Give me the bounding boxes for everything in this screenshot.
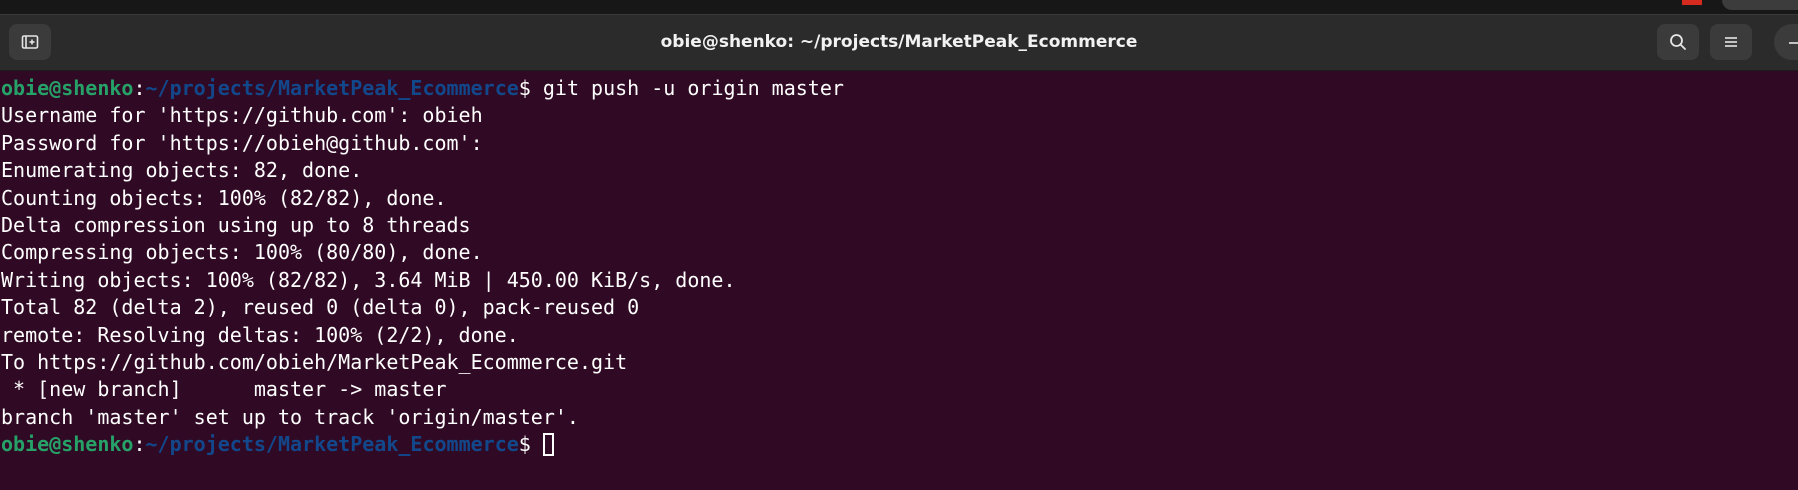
minimize-icon [1787, 35, 1798, 49]
output-line: Writing objects: 100% (82/82), 3.64 MiB … [1, 267, 736, 292]
window-titlebar[interactable]: obie@shenko: ~/projects/MarketPeak_Ecomm… [0, 15, 1798, 71]
new-tab-icon [21, 34, 39, 50]
prompt-path: ~/projects/MarketPeak_Ecommerce [145, 76, 519, 100]
top-bar-indicator [1682, 0, 1702, 5]
output-line: To https://github.com/obieh/MarketPeak_E… [1, 349, 628, 374]
desktop-top-bar [0, 0, 1798, 15]
output-line: remote: Resolving deltas: 100% (2/2), do… [1, 322, 519, 347]
output-line: Total 82 (delta 2), reused 0 (delta 0), … [1, 295, 640, 320]
new-tab-button[interactable] [9, 24, 51, 60]
search-icon [1669, 33, 1687, 51]
prompt-dollar: $ [518, 76, 543, 100]
prompt-path: ~/projects/MarketPeak_Ecommerce [145, 432, 519, 457]
output-line: Counting objects: 100% (82/82), done. [1, 185, 447, 210]
output-line: branch 'master' set up to track 'origin/… [1, 404, 579, 429]
prompt-dollar: $ [518, 432, 543, 457]
terminal-area[interactable]: obie@shenko:~/projects/MarketPeak_Ecomme… [0, 71, 1798, 490]
command-line: obie@shenko:~/projects/MarketPeak_Ecomme… [1, 75, 1798, 102]
search-button[interactable] [1657, 24, 1699, 60]
text-cursor [542, 433, 554, 457]
menu-button[interactable] [1710, 24, 1752, 60]
prompt-colon: : [133, 76, 146, 100]
output-line: * [new branch] master -> master [1, 377, 447, 402]
output-line: Delta compression using up to 8 threads [1, 212, 471, 237]
output-line: Enumerating objects: 82, done. [1, 158, 363, 183]
prompt-user-host: obie@shenko [1, 432, 134, 457]
window-title: obie@shenko: ~/projects/MarketPeak_Ecomm… [660, 32, 1138, 52]
command-text: git push -u origin master [542, 76, 844, 100]
output-line: Username for 'https://github.com': obieh [1, 103, 483, 128]
current-prompt-line[interactable]: obie@shenko:~/projects/MarketPeak_Ecomme… [1, 431, 1798, 458]
output-line: Password for 'https://obieh@github.com': [1, 130, 483, 155]
terminal-window: obie@shenko: ~/projects/MarketPeak_Ecomm… [0, 0, 1798, 490]
prompt-user-host: obie@shenko [1, 76, 134, 100]
hamburger-menu-icon [1723, 35, 1739, 49]
minimize-button[interactable] [1774, 24, 1798, 60]
prompt-colon: : [133, 432, 146, 457]
output-line: Compressing objects: 100% (80/80), done. [1, 240, 483, 265]
system-menu-pill[interactable] [1722, 0, 1798, 10]
